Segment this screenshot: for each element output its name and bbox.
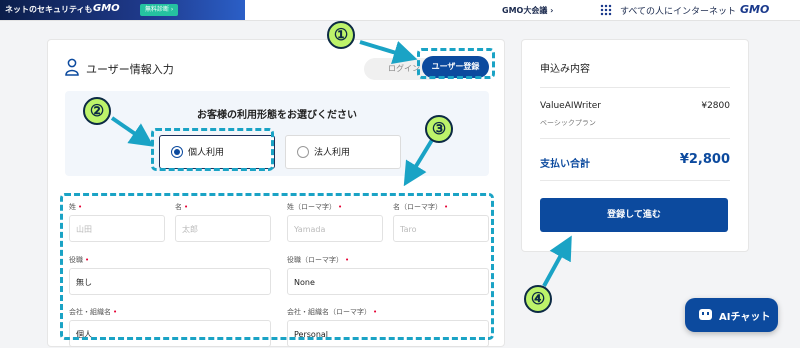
ai-chat-button[interactable]: AIチャット [685,298,778,332]
annotation-box-2 [151,128,274,171]
divider [540,87,730,88]
gmo-logo[interactable]: GMO [740,3,769,16]
callout-2: ② [83,97,111,125]
gmo-meeting-link[interactable]: GMO大会議 › [502,5,553,16]
annotation-box-1 [417,48,495,79]
radio-icon[interactable] [297,146,309,158]
annotation-box-3 [60,193,494,340]
grid-icon [600,4,612,16]
promo-badge[interactable]: 無料診断 › [140,4,179,16]
callout-3: ③ [425,115,453,143]
chat-bot-icon [699,309,712,320]
promo-text: ネットのセキュリティも [5,5,93,14]
top-banner: ネットのセキュリティも GMO 無料診断 › GMO大会議 › すべての人にイン… [0,0,800,21]
tagline: すべての人にインターネット [620,7,737,17]
divider [540,180,730,181]
callout-1: ① [327,21,355,49]
plan-name: ベーシックプラン [540,119,596,127]
total-label: 支払い合計 [540,159,590,170]
section-title: ユーザー情報入力 [86,63,174,76]
summary-title: 申込み内容 [540,64,590,75]
ai-chat-label: AIチャット [719,312,771,323]
product-price: ¥2800 [701,101,730,111]
total-price: ¥2,800 [679,152,730,167]
register-proceed-button[interactable]: 登録して進む [540,198,728,232]
user-icon [65,58,79,76]
divider [540,138,730,139]
order-summary-card: 申込み内容 ValueAIWriter ¥2800 ベーシックプラン 支払い合計… [521,39,749,252]
usage-type-title: お客様の利用形態をお選びください [197,110,357,121]
option-corporate[interactable]: 法人利用 [285,135,401,169]
callout-4: ④ [524,285,552,313]
security-promo-banner[interactable]: ネットのセキュリティも GMO 無料診断 › [0,0,245,20]
product-name: ValueAIWriter [540,101,601,111]
login-tab-label: ログイン [388,64,420,73]
option-corporate-label: 法人利用 [314,148,351,158]
promo-logo: GMO [93,3,120,14]
